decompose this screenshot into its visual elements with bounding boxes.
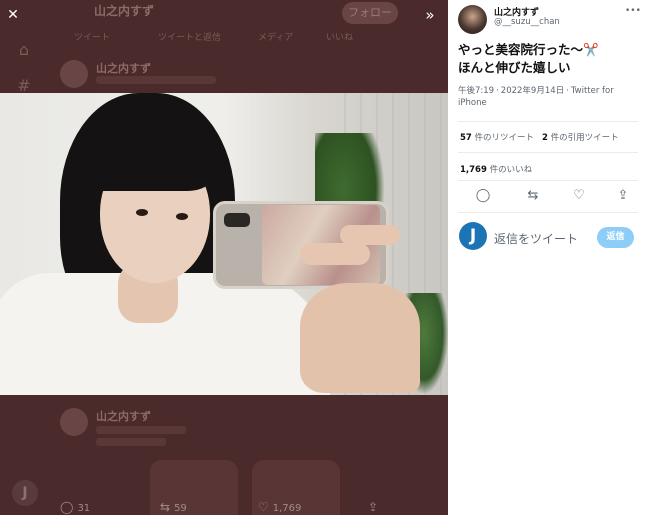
avatar <box>60 408 88 436</box>
tweet-panel: 山之内すず @__suzu__chan ••• やっと美容院行った〜✂️ ほんと… <box>448 0 645 262</box>
heart-icon: ♡ <box>573 188 585 203</box>
background-tweet-name: 山之内すず <box>96 410 151 423</box>
divider <box>458 152 638 153</box>
background-like-count-value: 1,769 <box>272 503 302 514</box>
share-icon: ⇪ <box>617 188 629 203</box>
retweet-icon: ⇆ <box>527 188 539 203</box>
expand-button[interactable]: » <box>420 6 440 24</box>
photo-phone-camera <box>224 213 250 227</box>
like-button[interactable]: ♡ <box>570 187 588 205</box>
quote-count: 2 <box>542 133 548 143</box>
background-retweet-count: ⇆ 59 <box>160 500 187 514</box>
like-count: 1,769 <box>460 165 487 175</box>
background-text-line <box>96 426 186 434</box>
tweet-date[interactable]: 2022年9月14日 <box>501 86 564 96</box>
divider <box>458 180 638 181</box>
avatar <box>60 60 88 88</box>
close-button[interactable]: ✕ <box>4 6 22 24</box>
background-text-line <box>96 438 166 446</box>
reply-button[interactable]: ◯ <box>474 187 492 205</box>
reply-icon: ◯ <box>475 188 491 203</box>
author-handle[interactable]: @__suzu__chan <box>494 17 560 27</box>
background-text-line <box>96 76 216 84</box>
retweet-count: 57 <box>460 133 472 143</box>
retweet-stat[interactable]: 57 件のリツイート <box>460 131 534 143</box>
tweet-actions: ◯ ⇆ ♡ ⇪ <box>458 187 638 205</box>
divider <box>458 212 638 213</box>
like-label: 件のいいね <box>489 165 533 175</box>
background-tweet-name: 山之内すず <box>96 62 151 75</box>
reply-avatar: J <box>459 222 487 250</box>
reply-input[interactable]: 返信をツイート <box>494 230 578 247</box>
retweet-icon: ⇆ <box>160 500 171 514</box>
quote-stat[interactable]: 2 件の引用ツイート <box>542 131 619 143</box>
media-viewer: ⌂ # 山之内すず フォロー ツイート ツイートと返信 メディア いいね 山之内… <box>0 0 645 515</box>
tweet-time[interactable]: 午後7:19 <box>458 86 494 96</box>
photo-hand <box>300 283 420 393</box>
retweet-button[interactable]: ⇆ <box>524 187 542 205</box>
share-icon: ⇪ <box>368 500 379 514</box>
background-reply-avatar: J <box>12 480 38 506</box>
background-tweet: 山之内すず <box>60 408 440 515</box>
avatar[interactable] <box>458 5 487 34</box>
background-tab: ツイート <box>74 33 111 43</box>
background-reply-count: ◯ 31 <box>60 500 90 514</box>
share-button[interactable]: ⇪ <box>614 187 632 205</box>
more-icon[interactable]: ••• <box>625 6 641 16</box>
photo-finger <box>340 225 400 245</box>
retweet-label: 件のリツイート <box>474 133 535 143</box>
home-icon: ⌂ <box>18 40 30 59</box>
background-tab: いいね <box>326 33 354 43</box>
background-tab: ツイートと返信 <box>158 33 222 43</box>
photo-finger <box>300 243 370 265</box>
reply-submit-button[interactable]: 返信 <box>597 227 634 248</box>
background-tab: メディア <box>258 33 294 43</box>
chevron-double-right-icon: » <box>425 6 435 24</box>
background-reply-count-value: 31 <box>77 503 91 514</box>
tweet-timestamp: 午後7:19 · 2022年9月14日 · Twitter for iPhone <box>458 86 614 108</box>
divider <box>458 121 638 122</box>
reply-icon: ◯ <box>60 500 74 514</box>
background-follow-button: フォロー <box>342 2 398 24</box>
background-retweet-count-value: 59 <box>174 503 187 514</box>
background-tabs: ツイート ツイートと返信 メディア いいね <box>62 30 442 44</box>
tweet-text: やっと美容院行った〜✂️ ほんと伸びた嬉しい <box>458 42 599 75</box>
background-profile-name: 山之内すず <box>94 4 155 18</box>
background-profile-header: 山之内すず フォロー ツイート ツイートと返信 メディア いいね <box>62 0 442 44</box>
tweet-panel-replies <box>448 262 645 515</box>
close-icon: ✕ <box>7 7 19 23</box>
background-share: ⇪ <box>368 500 382 514</box>
heart-icon: ♡ <box>258 500 269 514</box>
photo-bangs <box>92 121 212 191</box>
photo-eye <box>176 213 188 220</box>
tweet-photo[interactable] <box>0 93 448 395</box>
background-like-count: ♡ 1,769 <box>258 500 301 514</box>
like-stat[interactable]: 1,769 件のいいね <box>460 163 532 175</box>
photo-eye <box>136 209 148 216</box>
quote-label: 件の引用ツイート <box>550 133 619 143</box>
